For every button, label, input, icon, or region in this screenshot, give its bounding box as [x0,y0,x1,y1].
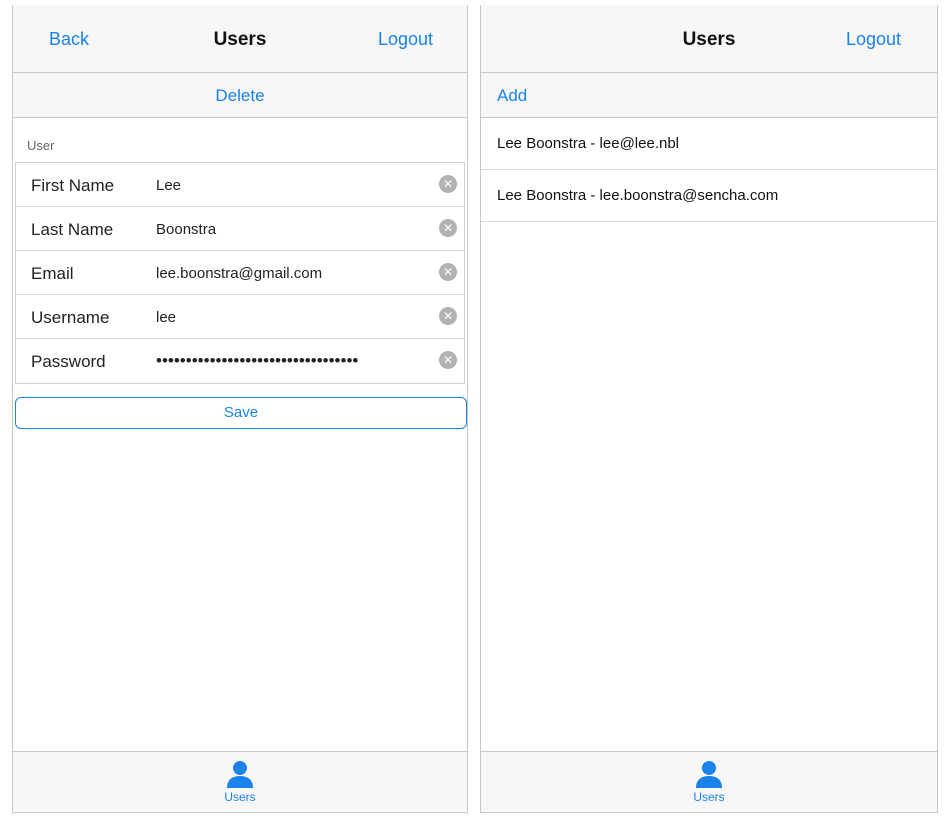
delete-button[interactable]: Delete [13,86,467,106]
logout-button[interactable]: Logout [378,29,433,50]
add-button[interactable]: Add [497,86,527,106]
save-button[interactable]: Save [15,397,467,429]
username-input[interactable] [156,303,426,331]
list-item-text: Lee Boonstra - lee.boonstra@sencha.com [497,187,779,204]
navbar: Users Logout [481,5,937,73]
clear-icon[interactable]: ✕ [439,219,457,237]
clear-icon[interactable]: ✕ [439,263,457,281]
password-field-row: Password ✕ [16,339,464,383]
logout-button[interactable]: Logout [846,29,901,50]
first-name-field-row: First Name ✕ [16,163,464,207]
email-label: Email [31,264,74,283]
toolbar: Add [481,73,937,118]
password-input[interactable] [156,347,426,375]
list-item-text: Lee Boonstra - lee@lee.nbl [497,135,680,152]
list-item[interactable]: Lee Boonstra - lee.boonstra@sencha.com [481,170,937,222]
last-name-input[interactable] [156,215,426,243]
navbar: Back Users Logout [13,5,467,73]
user-fieldset: First Name ✕ Last Name ✕ Email ✕ Usernam… [15,162,465,384]
toolbar: Delete [13,73,467,118]
clear-icon[interactable]: ✕ [439,351,457,369]
email-input[interactable] [156,259,426,287]
username-field-row: Username ✕ [16,295,464,339]
username-label: Username [31,308,110,327]
clear-icon[interactable]: ✕ [439,175,457,193]
tabbar: Users [13,751,467,812]
user-icon [696,761,722,788]
users-list-screen: Users Logout Add Lee Boonstra - lee@lee.… [480,5,938,813]
tab-label: Users [693,790,725,804]
fieldset-title: User [27,138,55,153]
email-field-row: Email ✕ [16,251,464,295]
user-icon [227,761,253,788]
tab-label: Users [224,790,256,804]
password-label: Password [31,352,106,371]
first-name-label: First Name [31,176,115,195]
list-item[interactable]: Lee Boonstra - lee@lee.nbl [481,118,937,170]
user-edit-screen: Back Users Logout Delete User First Name… [12,5,468,813]
clear-icon[interactable]: ✕ [439,307,457,325]
last-name-field-row: Last Name ✕ [16,207,464,251]
last-name-label: Last Name [31,220,114,239]
first-name-input[interactable] [156,171,426,199]
tab-users[interactable]: Users [679,760,739,804]
tab-users[interactable]: Users [210,760,270,804]
tabbar: Users [481,751,937,812]
